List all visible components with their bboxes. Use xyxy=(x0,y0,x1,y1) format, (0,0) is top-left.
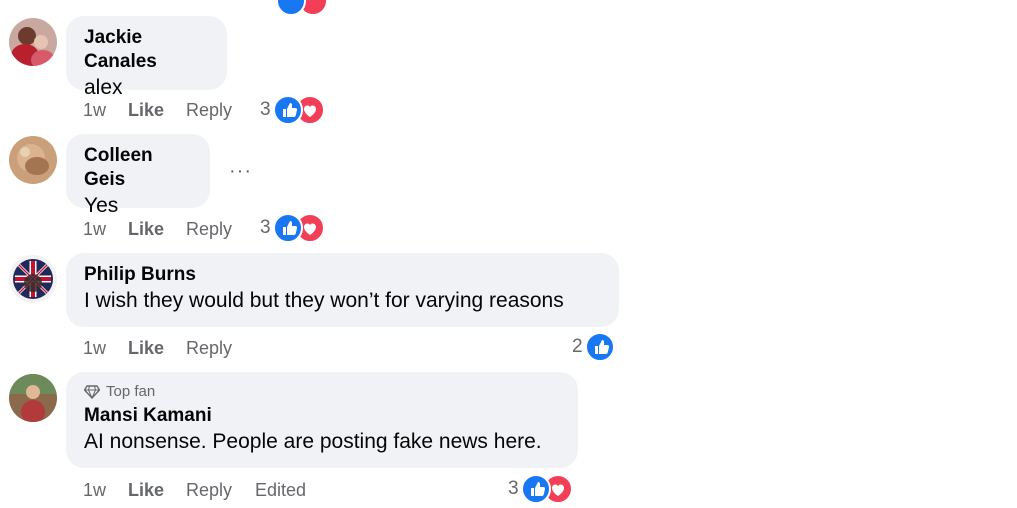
like-icon xyxy=(520,474,551,504)
comment-actions: 1w Like Reply xyxy=(83,97,255,123)
comment-actions: 1w Like Reply xyxy=(83,216,255,242)
comment-bubble: Top fan Mansi Kamani AI nonsense. People… xyxy=(66,372,578,468)
top-fan-label: Top fan xyxy=(106,383,156,400)
like-icon xyxy=(584,332,615,362)
avatar[interactable] xyxy=(9,136,57,184)
comment-timestamp[interactable]: 1w xyxy=(83,480,128,501)
like-button[interactable]: Like xyxy=(128,100,186,121)
previous-comment-reactions[interactable] xyxy=(276,0,328,16)
reaction-count: 2 xyxy=(572,336,583,357)
reply-button[interactable]: Reply xyxy=(186,480,255,501)
comment-author[interactable]: Mansi Kamani xyxy=(84,404,560,428)
avatar[interactable] xyxy=(9,255,57,303)
reply-button[interactable]: Reply xyxy=(186,338,255,359)
top-fan-badge: Top fan xyxy=(84,382,560,402)
comment-author[interactable]: Philip Burns xyxy=(84,263,601,287)
reaction-count: 3 xyxy=(260,217,271,238)
like-icon xyxy=(276,0,306,16)
comment-bubble: Jackie Canales alex xyxy=(66,16,227,99)
comment-bubble: Colleen Geis Yes xyxy=(66,134,210,217)
comment-bubble: Philip Burns I wish they would but they … xyxy=(66,253,619,327)
comment-timestamp[interactable]: 1w xyxy=(83,100,128,121)
reaction-summary[interactable]: 3 xyxy=(508,474,573,504)
more-options-icon[interactable]: ··· xyxy=(229,160,251,183)
reaction-count: 3 xyxy=(508,478,519,499)
reply-button[interactable]: Reply xyxy=(186,219,255,240)
reply-button[interactable]: Reply xyxy=(186,100,255,121)
like-button[interactable]: Like xyxy=(128,480,186,501)
comment-timestamp[interactable]: 1w xyxy=(83,219,128,240)
edited-label[interactable]: Edited xyxy=(255,480,306,501)
comment-timestamp[interactable]: 1w xyxy=(83,338,128,359)
comment-author[interactable]: Jackie Canales xyxy=(84,26,209,74)
comment-text: I wish they would but they won’t for var… xyxy=(84,289,564,312)
avatar[interactable] xyxy=(9,374,57,422)
like-button[interactable]: Like xyxy=(128,219,186,240)
comment-actions: 1w Like Reply xyxy=(83,335,255,361)
reaction-summary[interactable]: 3 xyxy=(260,95,325,125)
diamond-icon xyxy=(84,385,100,399)
reaction-summary[interactable]: 3 xyxy=(260,213,325,243)
avatar[interactable] xyxy=(9,18,57,66)
like-icon xyxy=(272,95,303,125)
comment-text: AI nonsense. People are posting fake new… xyxy=(84,430,542,453)
reaction-count: 3 xyxy=(260,99,271,120)
comment-actions: 1w Like Reply Edited xyxy=(83,477,306,503)
like-button[interactable]: Like xyxy=(128,338,186,359)
reaction-summary[interactable]: 2 xyxy=(572,332,615,362)
like-icon xyxy=(272,213,303,243)
comment-author[interactable]: Colleen Geis xyxy=(84,144,192,192)
